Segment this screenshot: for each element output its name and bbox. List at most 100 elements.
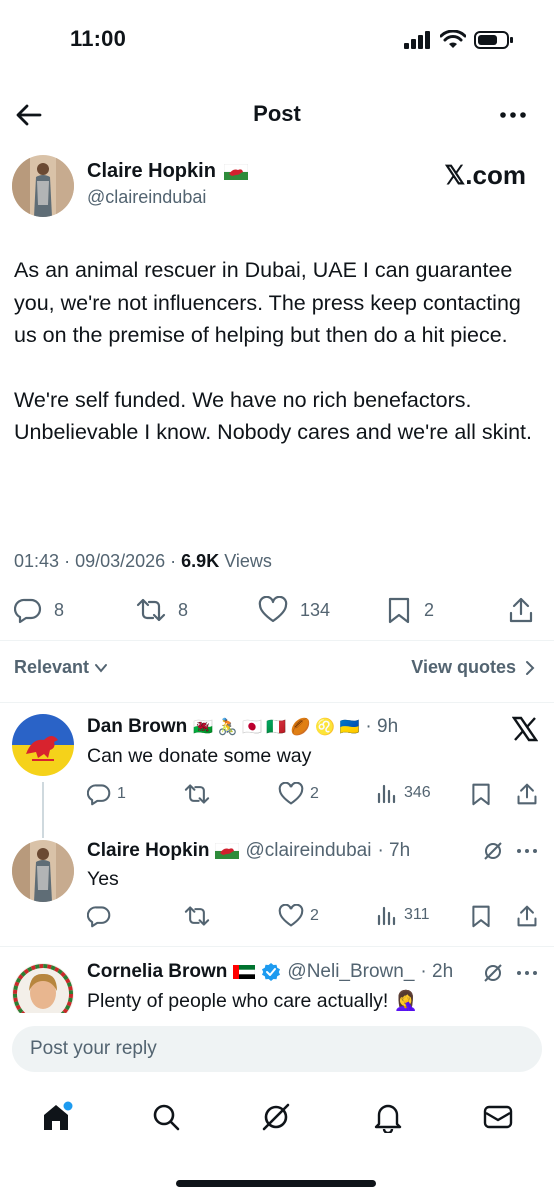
reply-handle: @claireindubai [245,840,372,861]
views-count: 6.9K [181,551,220,571]
bookmark-icon [472,783,490,806]
tweet-time: 01:43 [14,551,60,571]
nav-messages[interactable] [478,1097,518,1137]
battery-icon [474,31,513,49]
tweet-text: As an animal rescuer in Dubai, UAE I can… [14,254,544,481]
share-icon [517,905,537,927]
mail-icon [483,1105,513,1129]
reply-author[interactable]: Dan Brown 🏴󠁧󠁢󠁷󠁬󠁳󠁿 🚴 🇯🇵 🇮🇹 🏉 ♌ 🇺🇦 · 9h [87,716,398,738]
nav-notifications[interactable] [368,1097,408,1137]
nav-search[interactable] [146,1097,186,1137]
signal-icon [404,31,430,49]
view-quotes-label: View quotes [411,657,516,677]
tweet-paragraph: We're self funded. We have no rich benef… [14,387,532,445]
tweet-date: 09/03/2026 [75,551,166,571]
home-indicator [176,1180,376,1187]
thread-line [42,782,44,838]
author-name[interactable]: Claire Hopkin [87,160,248,183]
reply-reply-count: 1 [117,785,126,802]
view-quotes-link[interactable]: View quotes [411,657,536,678]
reply-icon [87,784,111,806]
tweet-paragraph: As an animal rescuer in Dubai, UAE I can… [14,258,521,347]
reply-reply-button[interactable]: 1 [87,782,126,806]
reply-author-emoji: 🏴󠁧󠁢󠁷󠁬󠁳󠁿 🚴 🇯🇵 🇮🇹 🏉 ♌ 🇺🇦 [193,719,360,736]
repost-icon [184,906,210,926]
wales-flag-icon [215,843,240,859]
share-button[interactable] [508,596,534,624]
more-icon[interactable] [514,842,540,860]
reply-author[interactable]: Cornelia Brown @Neli_Brown_ · 2h [87,961,453,983]
page-title: Post [253,101,301,126]
views-label: Views [224,551,272,571]
reply-bookmark-button[interactable] [470,782,492,806]
nav-grok[interactable] [256,1097,296,1137]
bookmark-button[interactable]: 2 [386,596,434,624]
reply-author-name: Dan Brown [87,716,188,737]
reply-avatar[interactable] [12,963,74,1013]
reply-view-count: 346 [404,784,431,801]
reply-icon [14,598,42,624]
grok-icon[interactable] [482,962,504,984]
reply-like-button[interactable]: 2 [278,782,319,806]
like-button[interactable]: 134 [258,596,330,624]
heart-icon [258,596,288,623]
wifi-icon [440,30,466,48]
reply-reply-button[interactable] [87,904,111,928]
bookmark-count: 2 [424,599,435,620]
heart-icon [278,904,304,927]
tweet-actions: 8 8 134 2 [14,596,540,626]
author-avatar[interactable] [12,155,74,217]
bell-icon [374,1104,402,1133]
reply-like-button[interactable]: 2 [278,904,319,928]
reply-placeholder: Post your reply [30,1038,157,1059]
heart-icon [278,782,304,805]
author-handle[interactable]: @claireindubai [87,187,206,208]
reply-text: Can we donate some way [87,745,312,767]
more-icon [500,112,526,118]
reply-view-count: 311 [404,906,430,923]
divider [0,640,554,641]
wales-flag-icon [223,163,248,180]
uae-flag-icon [233,965,256,979]
grok-icon[interactable] [482,840,504,862]
reply-share-button[interactable] [516,782,538,806]
divider [0,702,554,703]
reply-bookmark-button[interactable] [470,904,492,928]
more-options-button[interactable] [498,104,528,126]
status-icons [404,30,514,50]
home-icon [44,1101,73,1130]
reply-author-name: Cornelia Brown [87,961,228,982]
reply-avatar[interactable] [12,714,74,776]
repost-icon [136,598,166,622]
reply-text: Yes [87,868,119,890]
reply-handle: @Neli_Brown_ [287,961,415,982]
analytics-icon [377,784,396,804]
reply-repost-button[interactable] [184,782,210,806]
reply-author-name: Claire Hopkin [87,840,210,861]
reply-views-button[interactable]: 346 [376,782,431,804]
repost-count: 8 [178,599,189,620]
share-icon [509,597,533,623]
reply-share-button[interactable] [516,904,538,928]
x-logo-icon [512,716,538,742]
reply-avatar[interactable] [12,840,74,902]
reply-like-count: 2 [310,907,319,924]
reply-views-button[interactable]: 311 [376,904,430,926]
chevron-right-icon [526,660,535,675]
status-time: 11:00 [70,26,127,51]
meta-separator: · [170,551,182,571]
reply-like-count: 2 [310,785,319,802]
nav-home[interactable] [36,1097,76,1137]
reply-author[interactable]: Claire Hopkin @claireindubai · 7h [87,840,410,862]
chevron-down-icon [95,663,108,673]
search-icon [153,1104,180,1131]
reply-repost-button[interactable] [184,904,210,928]
more-icon[interactable] [514,964,540,982]
share-icon [517,783,537,805]
reply-button[interactable]: 8 [14,596,64,624]
verified-badge-icon [262,963,281,981]
repost-icon [184,784,210,804]
sort-dropdown[interactable]: Relevant [14,657,109,678]
repost-button[interactable]: 8 [136,596,188,624]
like-count: 134 [300,599,331,620]
